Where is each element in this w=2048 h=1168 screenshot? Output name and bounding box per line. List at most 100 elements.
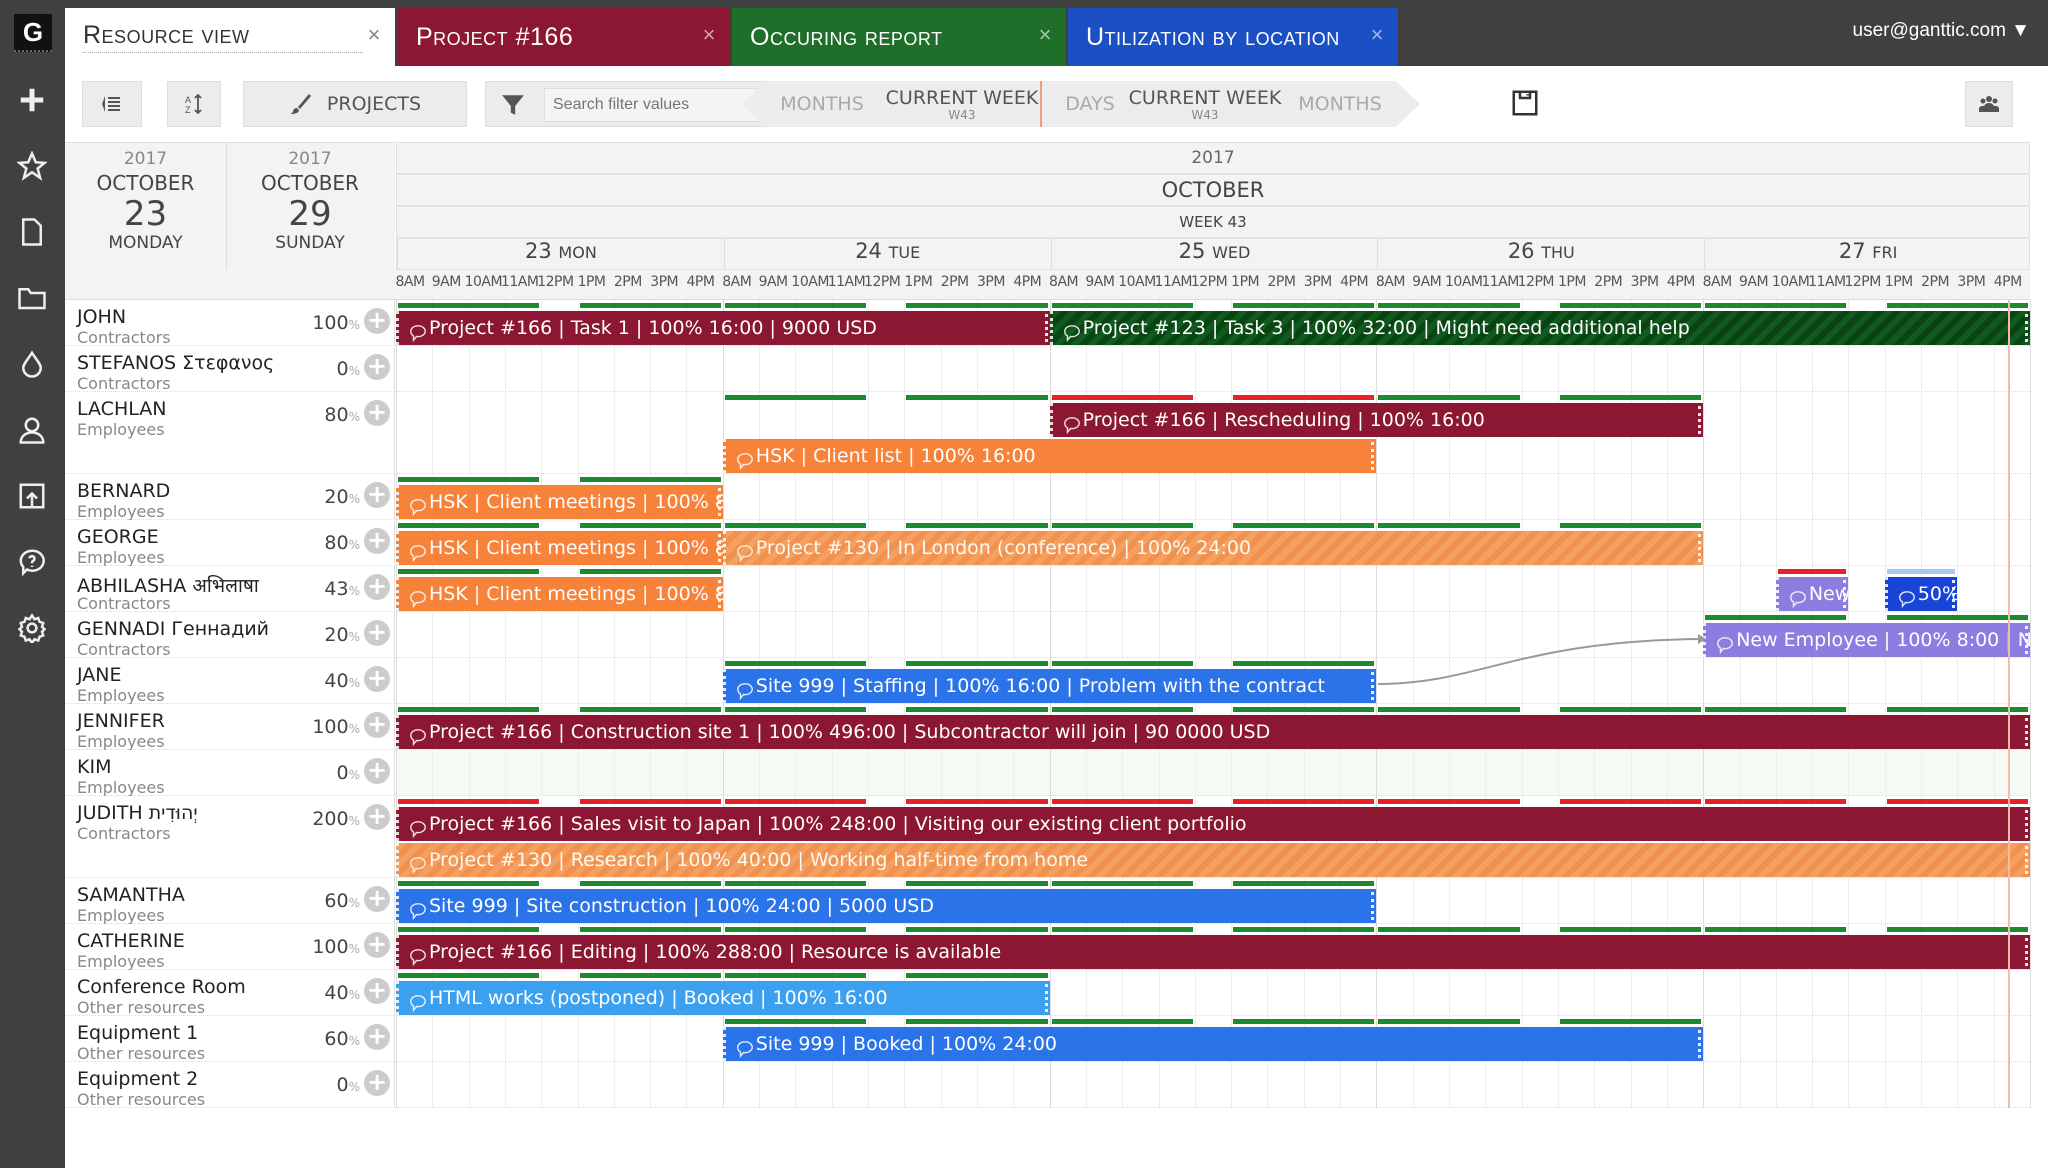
resize-handle[interactable] [2024,626,2028,654]
range-end[interactable]: 2017 OCTOBER 29 SUNDAY [229,143,391,271]
day-header[interactable]: 23 MON [397,239,724,270]
task-bar[interactable]: HSK | Client list | 100% 16:00 [722,439,1377,473]
resize-handle[interactable] [717,488,721,516]
drop-icon[interactable] [14,346,50,382]
save-icon[interactable] [1510,88,1540,118]
resource-info[interactable]: Equipment 2 Other resources 0% + [65,1062,395,1109]
projects-button[interactable]: PROJECTS [243,81,467,127]
nav-forward-months[interactable]: MONTHS [1290,81,1390,127]
close-icon[interactable]: × [703,22,716,48]
resource-info[interactable]: JUDITH יְהוּדִית Contractors 200% + [65,796,395,877]
resource-groups-button[interactable] [1965,81,2013,127]
resource-info[interactable]: JENNIFER Employees 100% + [65,704,395,751]
resize-handle[interactable] [717,580,721,608]
plus-icon[interactable] [14,82,50,118]
gear-icon[interactable] [14,610,50,646]
resize-handle[interactable] [1843,580,1847,608]
resize-handle[interactable] [1698,406,1702,434]
task-bar[interactable]: Project #166 | Sales visit to Japan | 10… [396,807,2030,841]
help-icon[interactable] [14,544,50,580]
add-task-button[interactable]: + [364,758,390,784]
day-header[interactable]: 26 THU [1377,239,1704,270]
task-bar[interactable]: Project #166 | Rescheduling | 100% 16:00 [1049,403,1704,437]
range-start[interactable]: 2017 OCTOBER 23 MONDAY [65,143,227,271]
resource-info[interactable]: GENNADI Геннадий Contractors 20% + [65,612,395,659]
user-icon[interactable] [14,412,50,448]
resource-info[interactable]: CATHERINE Employees 100% + [65,924,395,971]
add-task-button[interactable]: + [364,528,390,554]
resize-handle[interactable] [1371,442,1375,470]
resize-handle[interactable] [1044,984,1048,1012]
task-bar[interactable]: HSK | Client meetings | 100% 8:00 [396,531,723,565]
task-bar[interactable]: Project #166 | Task 1 | 100% 16:00 | 900… [396,311,1050,345]
upload-icon[interactable] [14,478,50,514]
add-task-button[interactable]: + [364,620,390,646]
task-bar[interactable]: 50% [1884,577,1958,611]
close-icon[interactable]: × [368,22,381,48]
resize-handle[interactable] [2025,718,2028,746]
day-header[interactable]: 25 WED [1050,239,1378,270]
resize-handle[interactable] [2024,314,2028,342]
task-bar[interactable]: Site 999 | Booked | 100% 24:00 [722,1027,1704,1061]
task-bar[interactable]: Site 999 | Staffing | 100% 16:00 | Probl… [722,669,1377,703]
add-task-button[interactable]: + [364,482,390,508]
tab-utilization-by-location[interactable]: Utilization by location × [1068,8,1398,66]
tab-occuring-report[interactable]: Occuring report × [732,8,1066,66]
add-task-button[interactable]: + [364,1070,390,1096]
close-icon[interactable]: × [1371,22,1384,48]
task-bar[interactable]: HTML works (postponed) | Booked | 100% 1… [396,981,1050,1015]
add-task-button[interactable]: + [364,886,390,912]
resource-info[interactable]: SAMANTHA Employees 60% + [65,878,395,925]
folder-icon[interactable] [14,280,50,316]
resource-info[interactable]: ABHILASHA अभिलाषा Contractors 43% + [65,566,395,613]
add-task-button[interactable]: + [364,804,390,830]
add-task-button[interactable]: + [364,932,390,958]
resource-info[interactable]: GEORGE Employees 80% + [65,520,395,567]
resource-info[interactable]: BERNARD Employees 20% + [65,474,395,521]
add-task-button[interactable]: + [364,712,390,738]
task-bar[interactable]: Project #123 | Task 3 | 100% 32:00 | Mig… [1049,311,2030,345]
resource-info[interactable]: Equipment 1 Other resources 60% + [65,1016,395,1063]
add-task-button[interactable]: + [364,400,390,426]
task-bar[interactable]: Project #166 | Editing | 100% 288:00 | R… [396,935,2030,969]
task-bar[interactable]: Project #130 | In London (conference) | … [722,531,1704,565]
star-icon[interactable] [14,148,50,184]
resize-handle[interactable] [2025,810,2028,838]
resize-handle[interactable] [1371,892,1375,920]
app-logo[interactable]: G [14,14,52,52]
resource-info[interactable]: Conference Room Other resources 40% + [65,970,395,1017]
task-bar[interactable]: Project #166 | Construction site 1 | 100… [396,715,2030,749]
day-header[interactable]: 24 TUE [723,239,1051,270]
tab-resource-view[interactable]: Resource view × [65,8,395,66]
resource-info[interactable]: JANE Employees 40% + [65,658,395,705]
sort-button[interactable]: AZ [167,81,221,127]
nav-forward-days[interactable]: DAYS [1055,81,1125,127]
add-task-button[interactable]: + [364,666,390,692]
nav-back-months[interactable]: MONTHS [772,81,872,127]
resource-info[interactable]: STEFANOS Στεφανος Contractors 0% + [65,346,395,393]
resize-handle[interactable] [1952,580,1956,608]
resize-handle[interactable] [1371,672,1375,700]
task-bar[interactable]: HSK | Client meetings | 100% 8:00 [396,485,723,519]
add-task-button[interactable]: + [364,308,390,334]
resource-info[interactable]: KIM Employees 0% + [65,750,395,797]
resize-handle[interactable] [1044,314,1048,342]
task-bar[interactable]: Site 999 | Site construction | 100% 24:0… [396,889,1377,923]
resize-handle[interactable] [1698,1030,1702,1058]
task-bar[interactable]: Project #130 | Research | 100% 40:00 | W… [396,843,2030,877]
resize-handle[interactable] [717,534,721,562]
resource-info[interactable]: JOHN Contractors 100% + [65,300,395,347]
add-task-button[interactable]: + [364,978,390,1004]
day-header[interactable]: 27 FRI [1704,239,2031,270]
task-bar[interactable]: New Employee | 100% 8:00 | New [1703,623,2030,657]
add-task-button[interactable]: + [364,1024,390,1050]
resize-handle[interactable] [2025,938,2028,966]
resize-handle[interactable] [2025,846,2028,874]
nav-forward-current-week[interactable]: CURRENT WEEK W43 [1125,81,1285,127]
resize-handle[interactable] [1698,534,1702,562]
add-task-button[interactable]: + [364,574,390,600]
collapse-list-button[interactable] [82,81,142,127]
task-bar[interactable]: New Employee [1775,577,1849,611]
close-icon[interactable]: × [1039,22,1052,48]
user-menu[interactable]: user@ganttic.com ▼ [1853,20,2031,42]
